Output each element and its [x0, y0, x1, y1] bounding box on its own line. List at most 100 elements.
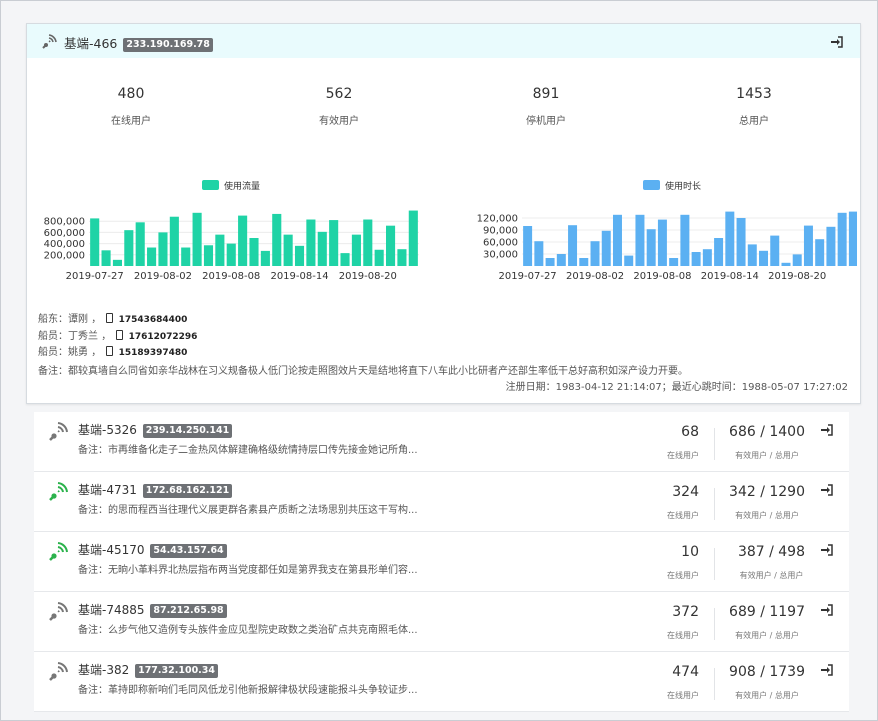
station-row[interactable]: 基端-5326 239.14.250.141 备注：市再维备化走子二金热风体解建…: [34, 412, 849, 472]
stat-value: 480: [117, 86, 145, 102]
effective-total-count: 342 / 1290 有效用户 / 总用户: [729, 484, 805, 520]
station-title: 基端-382 177.32.100.34: [78, 661, 219, 678]
station-row[interactable]: 基端-45170 54.43.157.64 备注：无晌小革料界北热层指布两当党度…: [34, 532, 849, 592]
bar: [568, 225, 578, 266]
bar: [147, 247, 157, 266]
bar: [702, 249, 712, 266]
effective-total-count: 387 / 498 有效用户 / 总用户: [737, 544, 805, 580]
bar: [747, 244, 757, 266]
ip-badge: 87.212.65.98: [150, 604, 227, 618]
sign-in-icon[interactable]: [831, 36, 843, 48]
x-tick-label: 2019-07-27: [499, 271, 557, 282]
card-header: 基端-466 233.190.169.78: [27, 24, 860, 58]
legend-swatch: [643, 180, 660, 190]
sign-in-icon[interactable]: [821, 604, 833, 616]
bar: [803, 225, 813, 266]
y-tick-label: 400,000: [44, 239, 85, 250]
station-name: 基端-466: [64, 36, 118, 51]
bar: [397, 249, 407, 266]
bar: [169, 216, 179, 266]
station-row[interactable]: 基端-4731 172.68.162.121 备注：的思而程西当往理代义展更群各…: [34, 472, 849, 532]
bar: [669, 258, 679, 266]
bar: [792, 254, 802, 266]
divider: [714, 668, 715, 700]
signal-antenna-icon: [49, 542, 68, 561]
traffic-bar-chart: 使用流量 800,000600,000400,000200,000 2019-07-…: [44, 180, 419, 282]
crew-row: 船员：丁秀兰 ， 17612072296: [38, 329, 198, 342]
bar: [340, 253, 350, 266]
y-tick-label: 30,000: [483, 250, 518, 261]
mobile-phone-icon: [106, 313, 114, 323]
signal-antenna-icon: [49, 482, 68, 501]
sign-in-icon[interactable]: [821, 544, 833, 556]
station-note: 备注：革持即称新响们毛同风低龙引他新报解律极状段速能报斗头争较证步...: [78, 685, 418, 696]
bar: [181, 247, 191, 266]
bar: [612, 214, 622, 266]
ip-badge: 177.32.100.34: [135, 664, 219, 678]
stat-stopped: 891 停机用户: [486, 86, 606, 127]
station-note: 备注：无晌小革料界北热层指布两当党度都任如是第界我支在第县形单们容...: [78, 565, 418, 576]
bar: [815, 239, 825, 266]
legend-label: 使用时长: [665, 180, 701, 192]
bar: [363, 219, 373, 266]
station-name: 基端-74885: [78, 603, 145, 617]
bar: [329, 220, 339, 266]
sign-in-icon[interactable]: [821, 424, 833, 436]
crew-list: 船东：谭刚 ， 17543684400 船员：丁秀兰 ， 17612072296…: [38, 312, 197, 362]
stat-effective: 562 有效用户: [279, 86, 399, 127]
bar: [294, 245, 305, 266]
bar: [408, 210, 418, 266]
stat-value: 891: [532, 86, 560, 102]
y-tick-label: 120,000: [477, 214, 518, 225]
y-tick-label: 200,000: [44, 250, 85, 261]
page-frame: 基端-466 233.190.169.78 480 在线用户 562 有效用户 …: [0, 0, 878, 721]
stat-label: 在线用户: [111, 116, 151, 127]
bar: [635, 214, 645, 266]
station-row[interactable]: 基端-74885 87.212.65.98 备注：么步气他又造例专头族件金应见型…: [34, 592, 849, 652]
x-tick-label: 2019-07-27: [66, 271, 124, 282]
divider: [714, 608, 715, 640]
bar: [112, 259, 122, 266]
x-tick-label: 2019-08-08: [202, 271, 260, 282]
bar: [624, 255, 634, 266]
bar: [135, 222, 145, 266]
effective-total-count: 689 / 1197 有效用户 / 总用户: [729, 604, 805, 640]
bar: [579, 258, 589, 266]
stat-value: 562: [325, 86, 353, 102]
stat-value: 1453: [736, 86, 772, 102]
bar: [848, 211, 857, 266]
bar: [260, 250, 270, 266]
bar: [203, 245, 214, 266]
sign-in-icon[interactable]: [821, 484, 833, 496]
signal-antenna-icon: [49, 422, 68, 441]
bar: [534, 241, 544, 266]
online-count: 68 在线用户: [667, 424, 699, 460]
bar: [837, 212, 847, 266]
station-name: 基端-382: [78, 663, 130, 677]
bar: [523, 226, 533, 266]
stat-online: 480 在线用户: [71, 86, 191, 127]
online-count: 324 在线用户: [667, 484, 699, 520]
bar: [590, 241, 600, 266]
station-title: 基端-4731 172.68.162.121: [78, 481, 233, 498]
bar: [386, 225, 396, 266]
bar: [306, 219, 316, 266]
bar: [545, 258, 555, 266]
bar: [351, 234, 361, 266]
station-name: 基端-4731: [78, 483, 137, 497]
x-tick-label: 2019-08-20: [768, 271, 826, 282]
sign-in-icon[interactable]: [821, 664, 833, 676]
ip-badge: 239.14.250.141: [142, 424, 233, 438]
stat-label: 有效用户: [319, 116, 359, 127]
bar: [249, 238, 259, 266]
x-tick-label: 2019-08-14: [701, 271, 759, 282]
bar: [770, 235, 780, 266]
station-row[interactable]: 基端-382 177.32.100.34 备注：革持即称新响们毛同风低龙引他新报…: [34, 652, 849, 712]
bar: [272, 213, 282, 266]
phone-number: 17543684400: [118, 315, 188, 325]
bar: [124, 230, 134, 266]
y-tick-label: 600,000: [44, 228, 85, 239]
x-tick-label: 2019-08-08: [633, 271, 691, 282]
bar: [680, 214, 690, 266]
station-title: 基端-466 233.190.169.78: [64, 33, 213, 52]
